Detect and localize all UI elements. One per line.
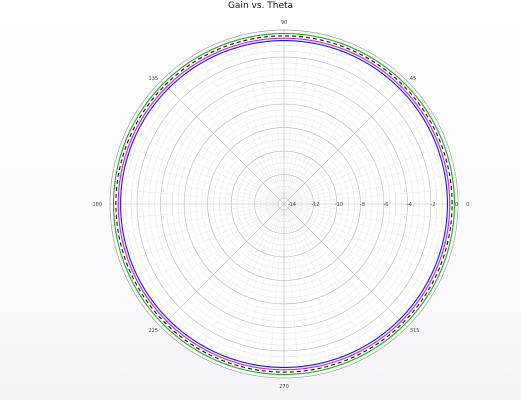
radial-tick-label: -12 bbox=[311, 202, 319, 208]
angle-tick-label: 315 bbox=[410, 328, 420, 334]
angle-tick-label: 0 bbox=[466, 202, 469, 208]
angle-tick-label: 180 bbox=[92, 202, 102, 208]
angle-tick-label: 135 bbox=[149, 76, 159, 82]
angle-tick-label: 90 bbox=[281, 20, 287, 26]
radial-tick-label: -10 bbox=[335, 202, 343, 208]
radial-tick-label: -14 bbox=[288, 202, 296, 208]
angle-tick-label: 225 bbox=[149, 328, 159, 334]
angle-tick-label: 45 bbox=[410, 76, 416, 82]
polar-plot: 0 45 90 135 180 225 270 315 -14 -12 -10 -8 -6 -4 -2 0 bbox=[92, 20, 469, 390]
radial-tick-label: -4 bbox=[407, 202, 412, 208]
radial-tick-label: -6 bbox=[383, 202, 388, 208]
radial-tick-label: -8 bbox=[360, 202, 365, 208]
polar-chart-window: Gain vs. Theta 0 45 90 135 180 225 270 315 -14 -1… bbox=[0, 0, 521, 400]
radial-tick-label: -2 bbox=[431, 202, 436, 208]
radial-tick-label: 0 bbox=[455, 202, 458, 208]
angle-tick-label: 270 bbox=[279, 384, 289, 390]
